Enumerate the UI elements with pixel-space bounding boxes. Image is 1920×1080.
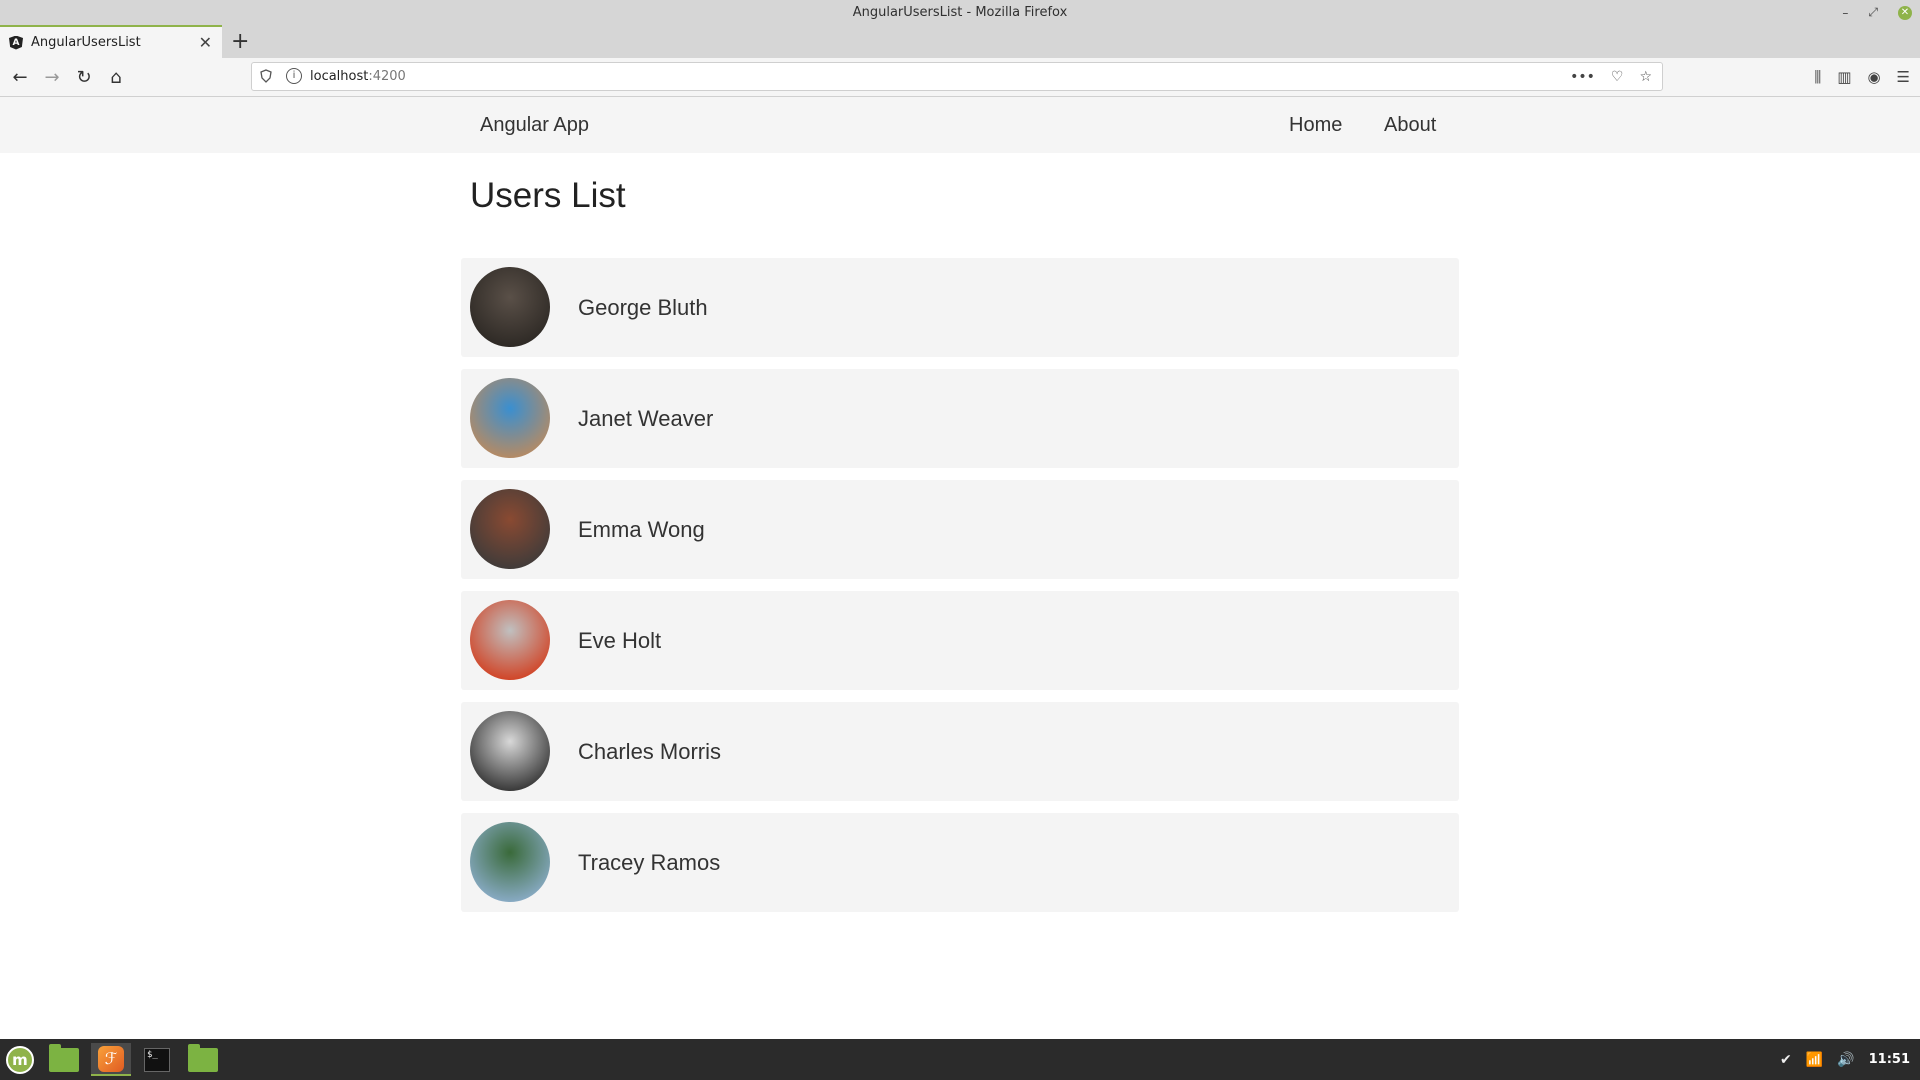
minimize-icon[interactable]: – [1842,6,1848,20]
url-host: localhost [310,69,369,84]
url-port: :4200 [368,69,406,84]
nav-link-home[interactable]: Home [1289,97,1342,153]
user-avatar [470,489,550,569]
bookmark-star-icon[interactable]: ☆ [1639,69,1652,85]
page-title: Users List [470,176,626,215]
restore-icon[interactable]: ⤢ [1868,5,1878,20]
desktop-folder-icon [49,1043,79,1072]
app-brand-link[interactable]: Angular App [480,97,589,153]
wifi-icon[interactable]: 📶 [1806,1052,1823,1068]
clock[interactable]: 11:51 [1869,1052,1910,1067]
angular-favicon-icon: A [9,35,23,50]
url-bar-actions: ••• ♡ ☆ [1570,63,1652,90]
user-card[interactable]: Emma Wong [461,480,1459,579]
close-window-icon[interactable]: ✕ [1898,5,1912,20]
library-icon[interactable]: ⫼ [1814,68,1821,86]
user-avatar [470,378,550,458]
tab-title: AngularUsersList [31,35,141,50]
taskbar-firefox[interactable]: ℱ [91,1043,131,1076]
user-card[interactable]: Tracey Ramos [461,813,1459,912]
tracking-shield-icon[interactable] [260,69,272,86]
terminal-icon: $_ [144,1047,170,1072]
taskbar-terminal[interactable]: $_ [137,1043,177,1076]
pocket-icon[interactable]: ♡ [1611,69,1624,85]
forward-icon[interactable]: → [39,64,65,90]
taskbar-files[interactable] [183,1043,223,1076]
mint-menu-icon: m [6,1045,34,1074]
user-card[interactable]: George Bluth [461,258,1459,357]
home-icon[interactable]: ⌂ [103,64,129,90]
user-name: Charles Morris [578,739,722,764]
site-info-icon[interactable]: i [286,68,302,84]
user-name: Tracey Ramos [578,850,721,875]
hamburger-menu-icon[interactable]: ☰ [1897,68,1910,86]
window-controls: – ⤢ ✕ [1842,0,1912,25]
user-avatar [470,711,550,791]
system-tray: ✔ 📶 🔊 11:51 [1780,1039,1910,1080]
user-name: Emma Wong [578,517,705,542]
tab-strip: A AngularUsersList ✕ + [0,25,1920,58]
start-menu-button[interactable]: m [0,1043,40,1076]
volume-icon[interactable]: 🔊 [1837,1052,1854,1068]
update-shield-icon[interactable]: ✔ [1780,1052,1792,1068]
window-title: AngularUsersList - Mozilla Firefox [852,5,1068,20]
firefox-icon: ℱ [98,1045,124,1072]
user-card[interactable]: Janet Weaver [461,369,1459,468]
toolbar-right-icons: ⫼ ▥ ◉ ☰ [1814,58,1910,96]
back-icon[interactable]: ← [7,64,33,90]
url-text[interactable]: localhost:4200 [310,63,406,90]
taskbar: m ℱ $_ ✔ 📶 🔊 11:51 [0,1039,1920,1080]
user-avatar [470,600,550,680]
tab-close-icon[interactable]: ✕ [199,33,212,52]
app-navbar: Angular App Home About [0,97,1920,153]
sidebar-icon[interactable]: ▥ [1837,68,1851,86]
tab-angular-users-list[interactable]: A AngularUsersList ✕ [0,25,222,58]
page-actions-icon[interactable]: ••• [1570,69,1595,85]
user-card[interactable]: Charles Morris [461,702,1459,801]
browser-toolbar: ← → ↻ ⌂ i localhost:4200 ••• ♡ ☆ ⫼ ▥ ◉ ☰ [0,58,1920,97]
nav-link-about[interactable]: About [1384,97,1436,153]
files-folder-icon [188,1043,218,1072]
url-bar[interactable]: i localhost:4200 ••• ♡ ☆ [251,62,1663,91]
user-avatar [470,822,550,902]
taskbar-show-desktop[interactable] [44,1043,84,1076]
user-avatar [470,267,550,347]
user-card[interactable]: Eve Holt [461,591,1459,690]
new-tab-button[interactable]: + [231,25,249,58]
user-name: Eve Holt [578,628,662,653]
account-icon[interactable]: ◉ [1867,68,1880,86]
users-list: George Bluth Janet Weaver Emma Wong Eve … [461,258,1459,924]
reload-icon[interactable]: ↻ [71,64,97,90]
user-name: George Bluth [578,295,708,320]
window-titlebar: AngularUsersList - Mozilla Firefox – ⤢ ✕ [0,0,1920,25]
user-name: Janet Weaver [578,406,714,431]
